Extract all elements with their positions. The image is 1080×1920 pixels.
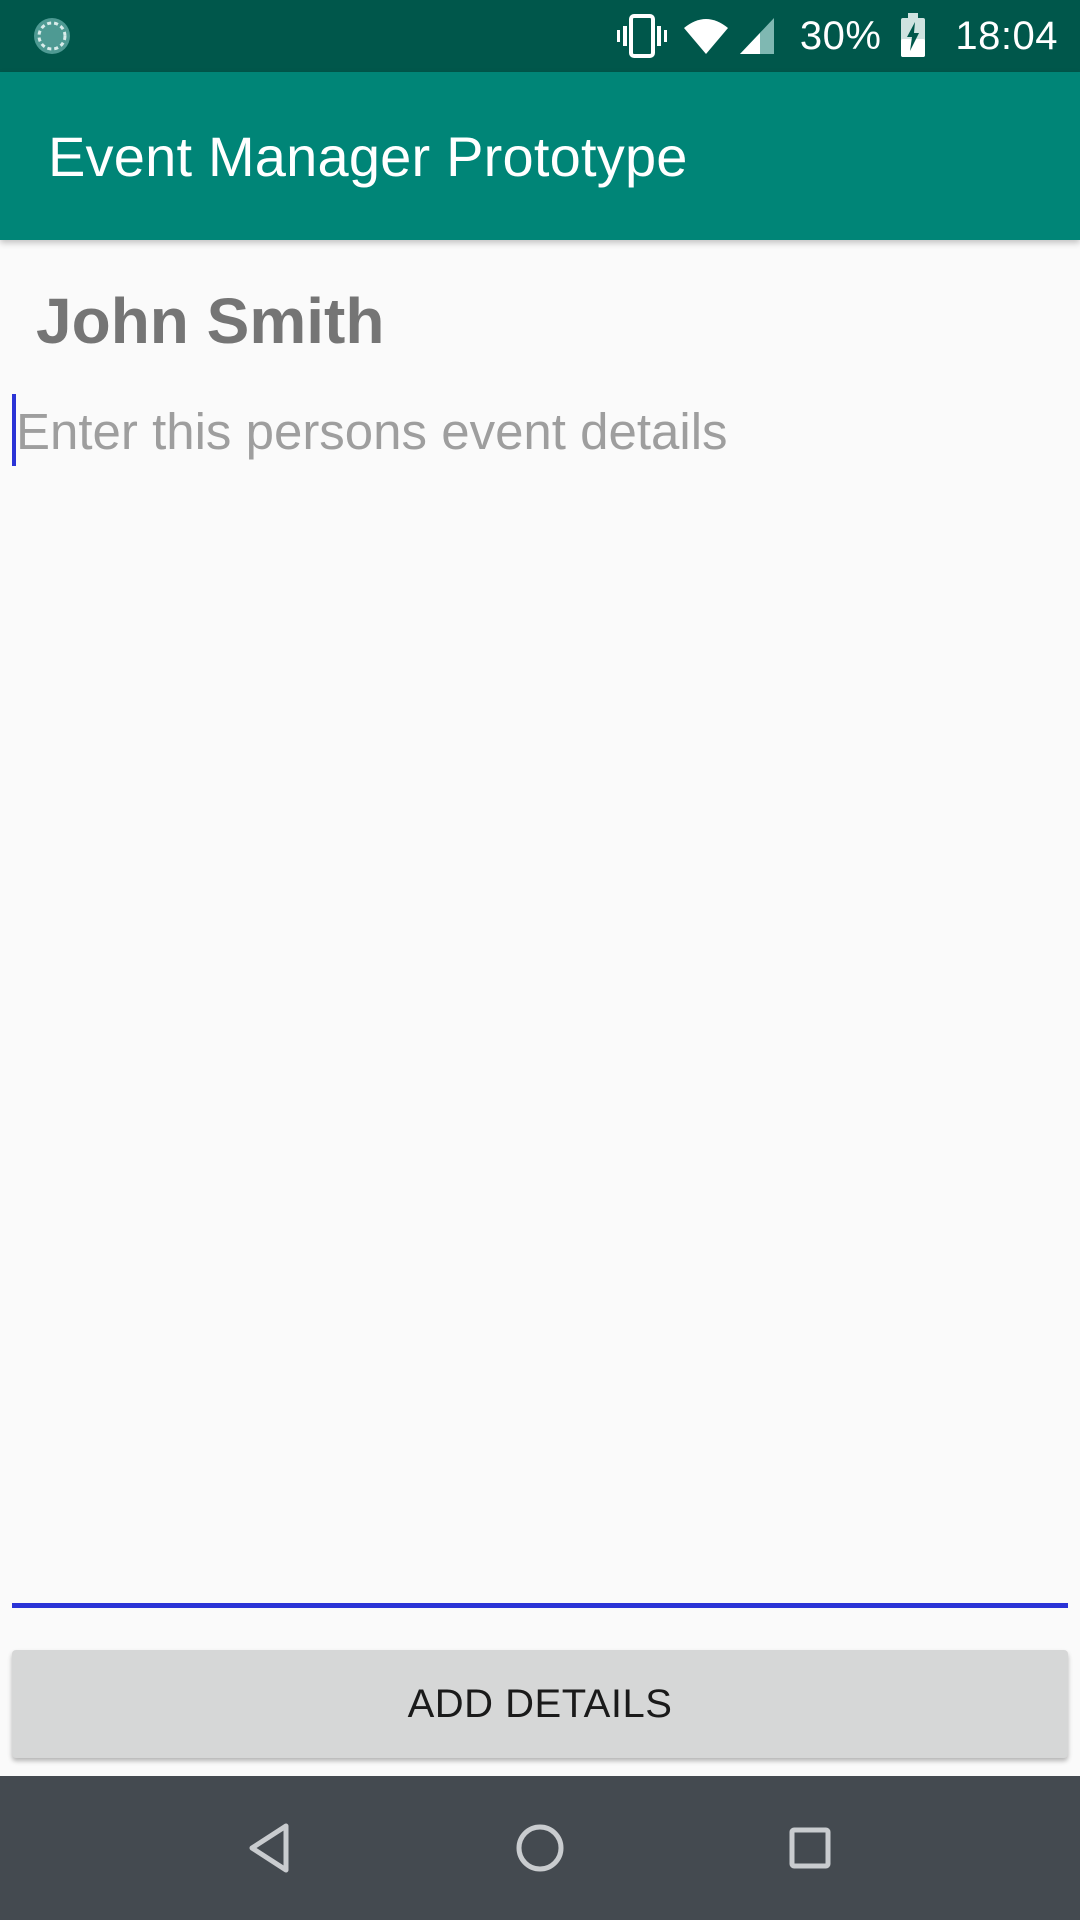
sync-icon [32,16,72,56]
home-icon[interactable] [508,1816,572,1880]
input-underline [12,1603,1068,1608]
back-icon[interactable] [238,1816,302,1880]
battery-percent: 30% [799,13,882,58]
wifi-icon [682,16,730,56]
navigation-bar [0,1776,1080,1920]
person-name: John Smith [36,285,385,357]
battery-charging-icon [899,13,927,59]
clock: 18:04 [955,13,1058,58]
event-details-placeholder: Enter this persons event details [16,403,728,460]
app-bar: Event Manager Prototype [0,72,1080,240]
vibrate-icon [616,14,668,58]
recents-icon[interactable] [778,1816,842,1880]
signal-icon [738,16,776,56]
status-indicators: 30% 18:04 [616,0,1058,72]
app-title: Event Manager Prototype [48,125,688,188]
add-details-button[interactable]: ADD DETAILS [12,1650,1068,1758]
event-details-input[interactable]: Enter this persons event details [12,390,1068,1608]
status-bar: 30% 18:04 [0,0,1080,72]
